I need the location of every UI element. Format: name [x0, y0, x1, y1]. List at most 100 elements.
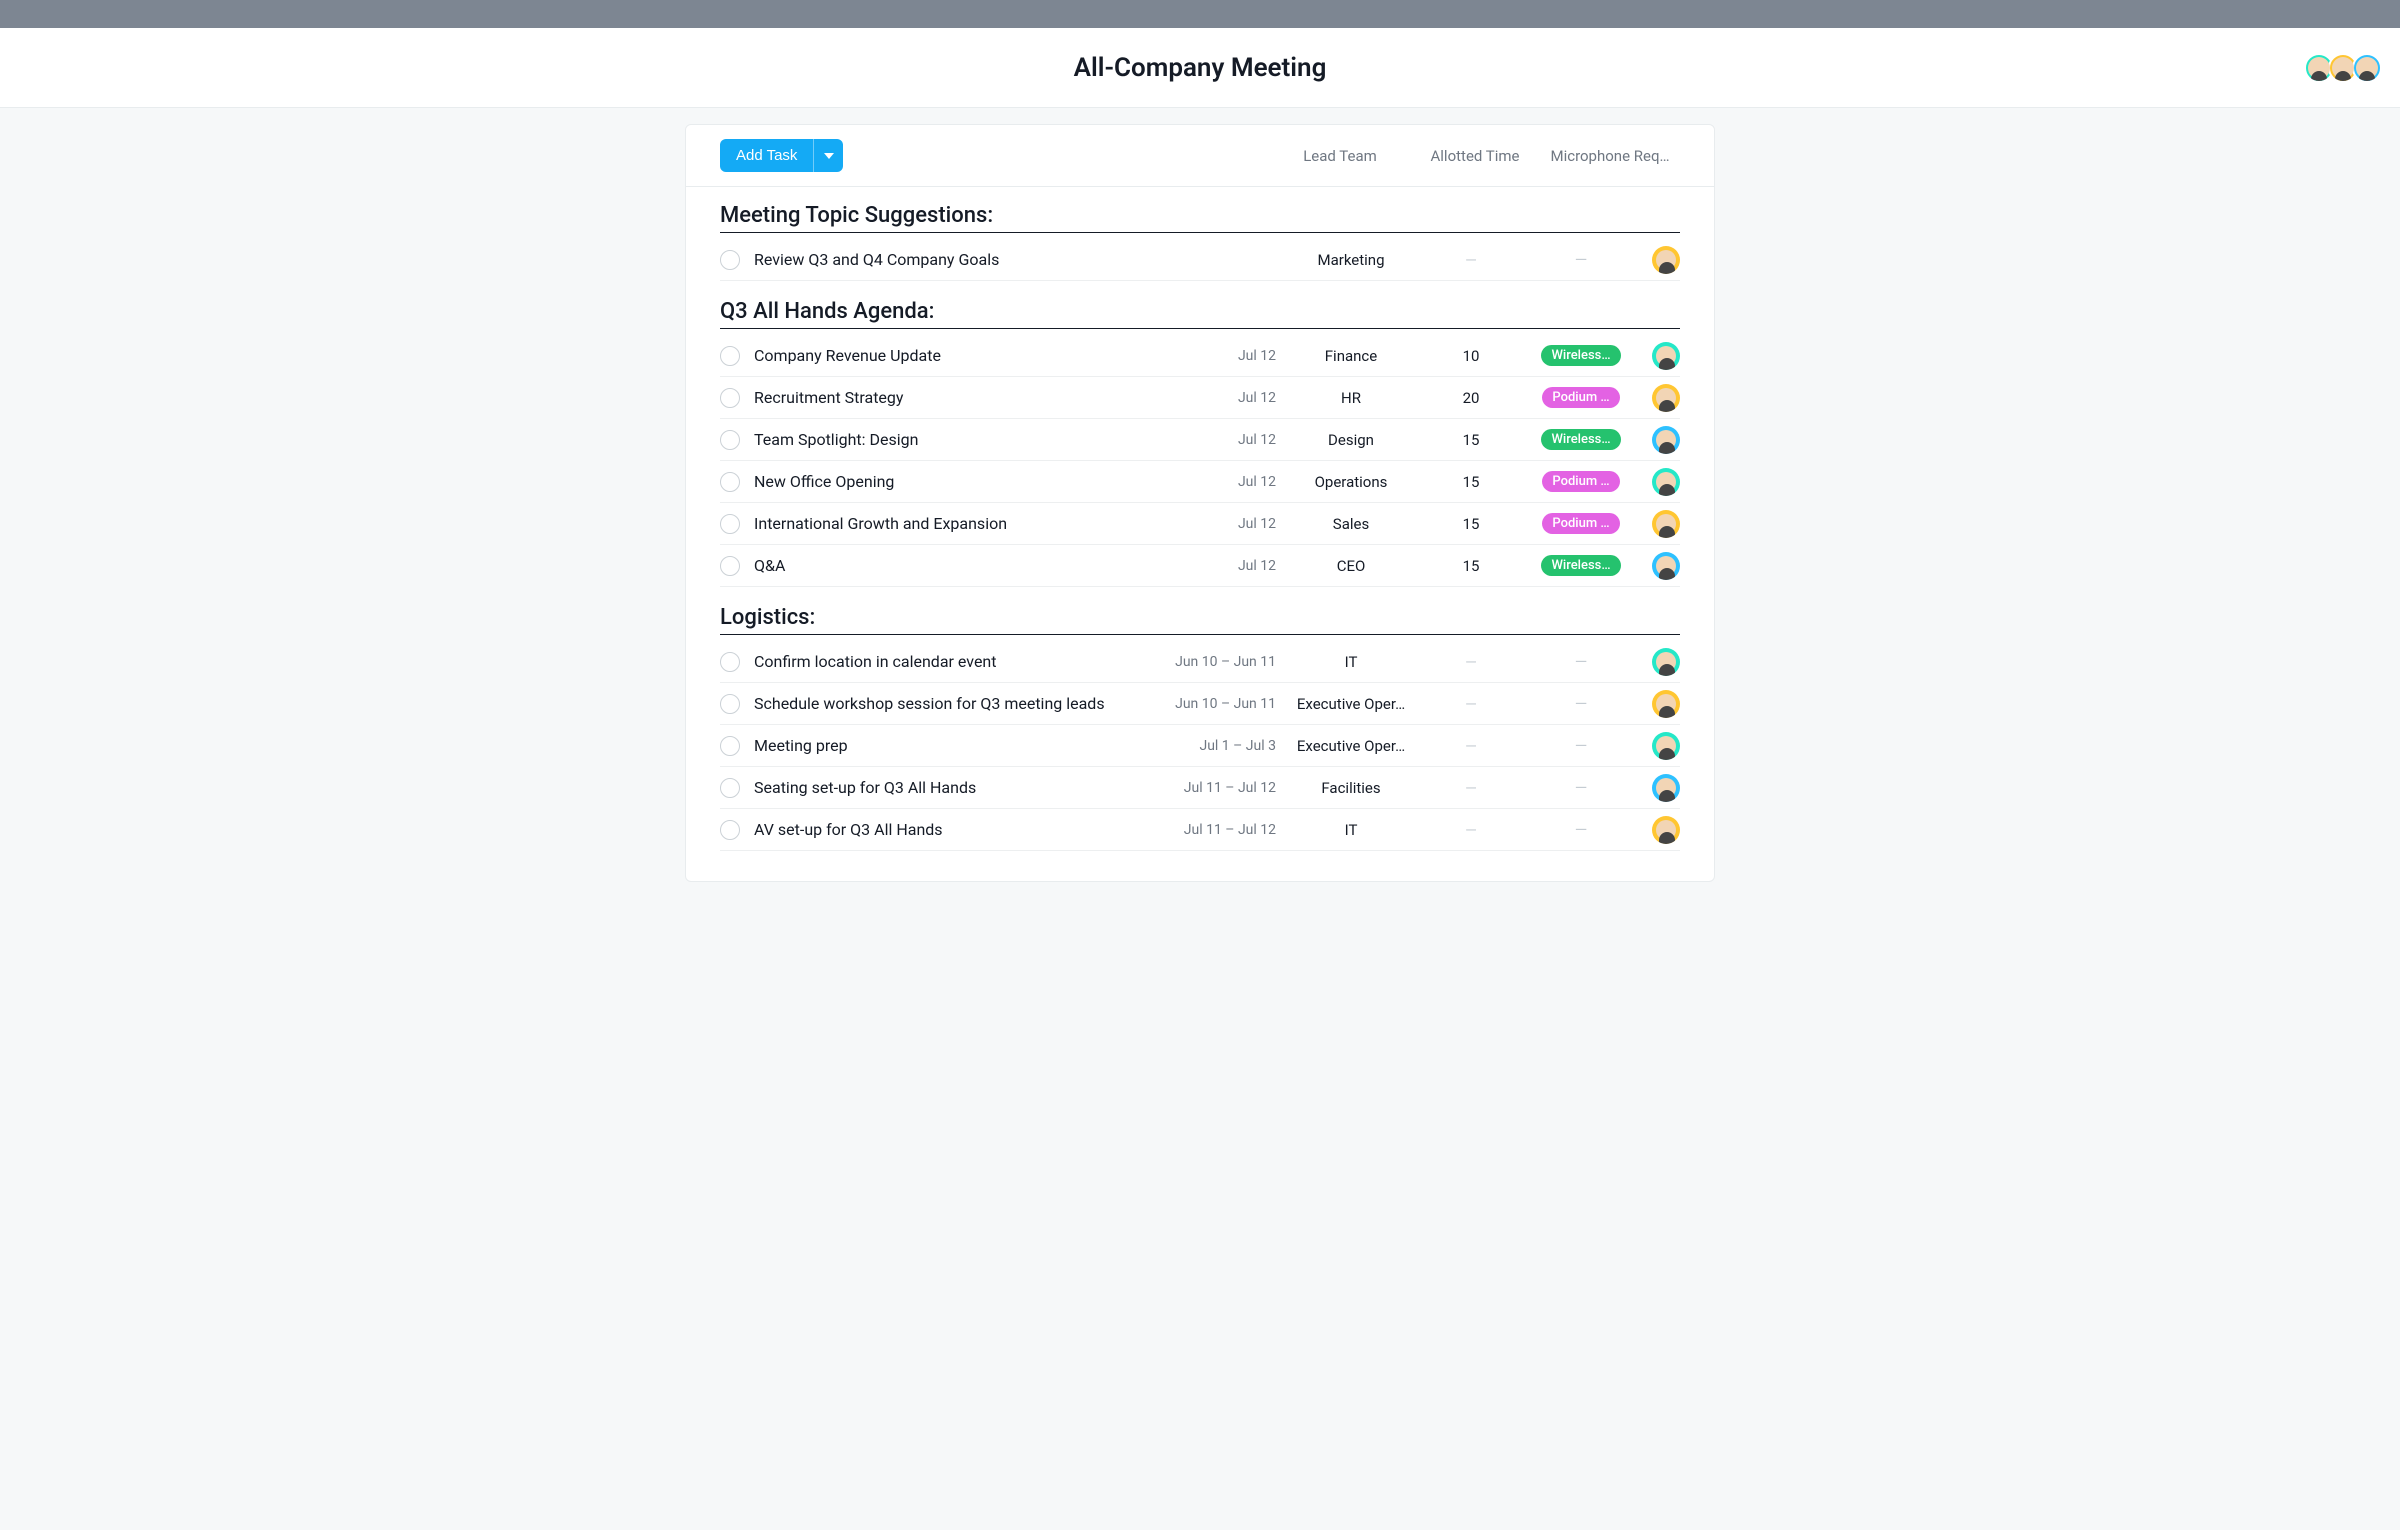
task-assignee[interactable] [1636, 342, 1680, 370]
task-date[interactable]: Jul 12 [1166, 432, 1286, 448]
task-complete-checkbox[interactable] [720, 514, 740, 534]
column-header-time[interactable]: Allotted Time [1410, 147, 1540, 165]
task-assignee[interactable] [1636, 732, 1680, 760]
task-name[interactable]: Recruitment Strategy [754, 388, 1166, 407]
task-row[interactable]: Meeting prepJul 1 – Jul 3Executive Oper…… [720, 725, 1680, 767]
task-name[interactable]: Meeting prep [754, 736, 1166, 755]
task-row[interactable]: Q&AJul 12CEO15Wireless… [720, 545, 1680, 587]
task-complete-checkbox[interactable] [720, 820, 740, 840]
section-title[interactable]: Q3 All Hands Agenda: [720, 299, 1680, 329]
task-date[interactable]: Jul 12 [1166, 474, 1286, 490]
avatar[interactable] [2328, 53, 2358, 83]
task-assignee[interactable] [1636, 468, 1680, 496]
task-microphone[interactable]: — [1526, 736, 1636, 755]
task-complete-checkbox[interactable] [720, 388, 740, 408]
task-assignee[interactable] [1636, 510, 1680, 538]
avatar[interactable] [1652, 552, 1680, 580]
task-row[interactable]: Company Revenue UpdateJul 12Finance10Wir… [720, 335, 1680, 377]
task-row[interactable]: Schedule workshop session for Q3 meeting… [720, 683, 1680, 725]
task-name[interactable]: AV set-up for Q3 All Hands [754, 820, 1166, 839]
task-name[interactable]: Q&A [754, 556, 1166, 575]
task-allotted-time[interactable]: 15 [1416, 515, 1526, 533]
task-assignee[interactable] [1636, 690, 1680, 718]
task-lead-team[interactable]: Sales [1286, 515, 1416, 533]
avatar[interactable] [1652, 246, 1680, 274]
task-allotted-time[interactable]: — [1416, 737, 1526, 755]
task-complete-checkbox[interactable] [720, 778, 740, 798]
task-lead-team[interactable]: Facilities [1286, 779, 1416, 797]
task-microphone[interactable]: Wireless… [1526, 345, 1636, 366]
avatar[interactable] [2352, 53, 2382, 83]
task-assignee[interactable] [1636, 384, 1680, 412]
task-allotted-time[interactable]: — [1416, 695, 1526, 713]
task-name[interactable]: Review Q3 and Q4 Company Goals [754, 250, 1166, 269]
task-lead-team[interactable]: Design [1286, 431, 1416, 449]
avatar[interactable] [1652, 732, 1680, 760]
task-allotted-time[interactable]: — [1416, 251, 1526, 269]
task-row[interactable]: Seating set-up for Q3 All HandsJul 11 – … [720, 767, 1680, 809]
task-name[interactable]: Seating set-up for Q3 All Hands [754, 778, 1166, 797]
avatar[interactable] [1652, 468, 1680, 496]
task-lead-team[interactable]: CEO [1286, 557, 1416, 575]
avatar[interactable] [1652, 816, 1680, 844]
task-allotted-time[interactable]: 15 [1416, 473, 1526, 491]
section-title[interactable]: Logistics: [720, 605, 1680, 635]
avatar[interactable] [1652, 774, 1680, 802]
task-assignee[interactable] [1636, 774, 1680, 802]
add-task-button[interactable]: Add Task [720, 139, 813, 172]
task-microphone[interactable]: — [1526, 820, 1636, 839]
task-date[interactable]: Jul 12 [1166, 558, 1286, 574]
task-lead-team[interactable]: Executive Oper… [1286, 695, 1416, 713]
column-header-lead[interactable]: Lead Team [1270, 147, 1410, 165]
task-row[interactable]: New Office OpeningJul 12Operations15Podi… [720, 461, 1680, 503]
task-allotted-time[interactable]: 15 [1416, 431, 1526, 449]
task-allotted-time[interactable]: 10 [1416, 347, 1526, 365]
avatar[interactable] [1652, 648, 1680, 676]
task-complete-checkbox[interactable] [720, 472, 740, 492]
task-complete-checkbox[interactable] [720, 652, 740, 672]
avatar[interactable] [1652, 690, 1680, 718]
task-lead-team[interactable]: IT [1286, 653, 1416, 671]
task-microphone[interactable]: — [1526, 694, 1636, 713]
header-avatar-group[interactable] [2310, 53, 2382, 83]
task-complete-checkbox[interactable] [720, 250, 740, 270]
task-assignee[interactable] [1636, 246, 1680, 274]
task-microphone[interactable]: Podium … [1526, 471, 1636, 492]
task-date[interactable]: Jul 11 – Jul 12 [1166, 780, 1286, 796]
task-assignee[interactable] [1636, 426, 1680, 454]
task-date[interactable]: Jul 12 [1166, 348, 1286, 364]
task-date[interactable]: Jun 10 – Jun 11 [1166, 696, 1286, 712]
avatar[interactable] [1652, 426, 1680, 454]
task-lead-team[interactable]: Executive Oper… [1286, 737, 1416, 755]
task-date[interactable]: Jul 11 – Jul 12 [1166, 822, 1286, 838]
task-microphone[interactable]: Podium … [1526, 513, 1636, 534]
task-complete-checkbox[interactable] [720, 694, 740, 714]
task-date[interactable]: Jun 10 – Jun 11 [1166, 654, 1286, 670]
task-name[interactable]: Company Revenue Update [754, 346, 1166, 365]
task-lead-team[interactable]: Marketing [1286, 251, 1416, 269]
task-lead-team[interactable]: IT [1286, 821, 1416, 839]
task-name[interactable]: Team Spotlight: Design [754, 430, 1166, 449]
task-complete-checkbox[interactable] [720, 430, 740, 450]
task-microphone[interactable]: — [1526, 250, 1636, 269]
task-complete-checkbox[interactable] [720, 346, 740, 366]
task-date[interactable]: Jul 1 – Jul 3 [1166, 738, 1286, 754]
task-name[interactable]: New Office Opening [754, 472, 1166, 491]
task-allotted-time[interactable]: — [1416, 779, 1526, 797]
task-lead-team[interactable]: Finance [1286, 347, 1416, 365]
task-microphone[interactable]: Wireless… [1526, 555, 1636, 576]
column-header-mic[interactable]: Microphone Req… [1540, 147, 1680, 165]
task-assignee[interactable] [1636, 648, 1680, 676]
avatar[interactable] [1652, 510, 1680, 538]
task-row[interactable]: Recruitment StrategyJul 12HR20Podium … [720, 377, 1680, 419]
task-date[interactable]: Jul 12 [1166, 516, 1286, 532]
avatar[interactable] [1652, 384, 1680, 412]
task-allotted-time[interactable]: 20 [1416, 389, 1526, 407]
task-lead-team[interactable]: Operations [1286, 473, 1416, 491]
task-assignee[interactable] [1636, 816, 1680, 844]
add-task-dropdown-button[interactable] [813, 139, 843, 172]
task-row[interactable]: Review Q3 and Q4 Company GoalsMarketing—… [720, 239, 1680, 281]
avatar[interactable] [1652, 342, 1680, 370]
task-microphone[interactable]: Wireless… [1526, 429, 1636, 450]
task-name[interactable]: International Growth and Expansion [754, 514, 1166, 533]
